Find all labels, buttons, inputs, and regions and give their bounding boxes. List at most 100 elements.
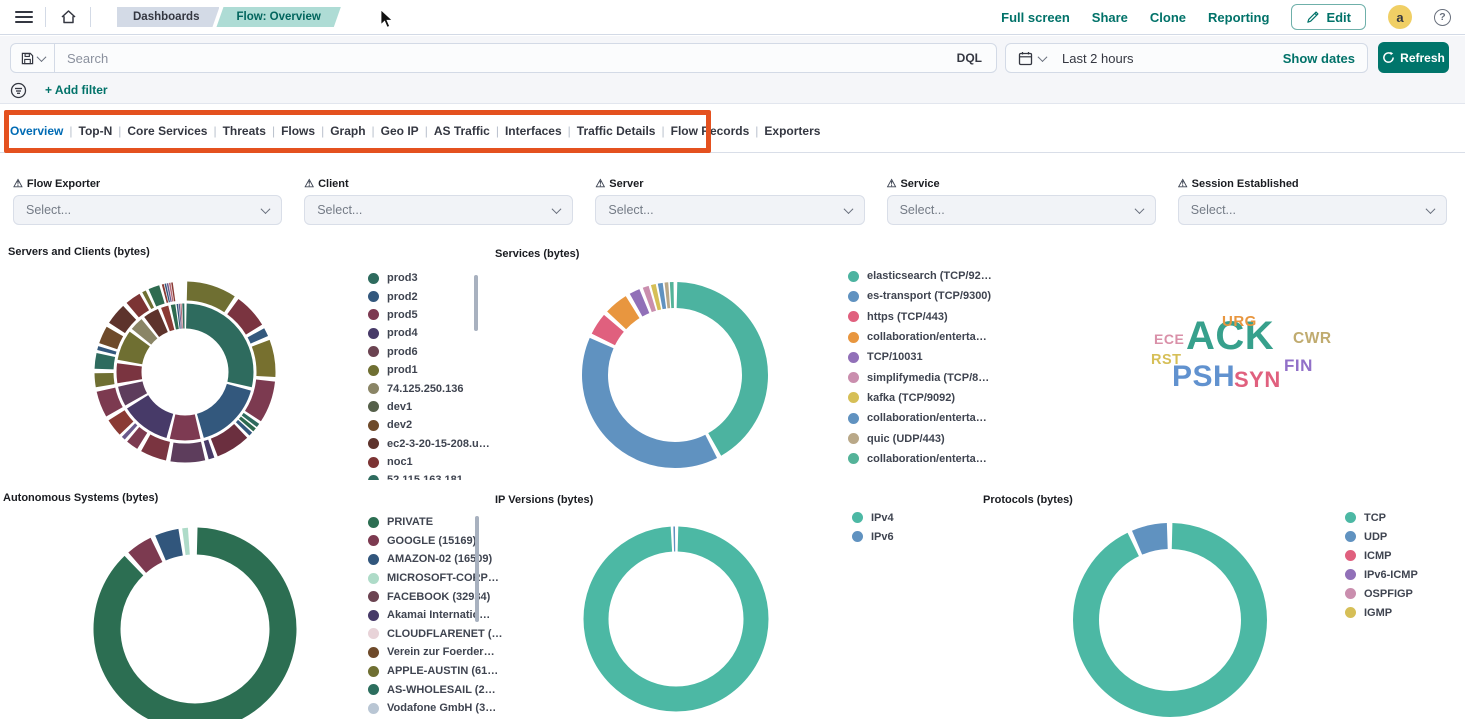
legend-item-ipv6-icmp[interactable]: IPv6-ICMP [1345,565,1418,584]
legend-item-elasticsearch-tcp-92[interactable]: elasticsearch (TCP/92… [848,266,992,286]
select-service[interactable]: Select... [887,195,1156,225]
legend-item-simplifymedia-tcp-8[interactable]: simplifymedia (TCP/8… [848,367,992,387]
show-dates-link[interactable]: Show dates [1283,51,1367,66]
tag-fin[interactable]: FIN [1284,357,1313,374]
legend-item-tcp-10031[interactable]: TCP/10031 [848,347,992,367]
legend-item-igmp[interactable]: IGMP [1345,603,1418,622]
legend-item-kafka-tcp-9092[interactable]: kafka (TCP/9092) [848,388,992,408]
select-server[interactable]: Select... [595,195,864,225]
legend-item-tcp[interactable]: TCP [1345,508,1418,527]
legend-item-ec2-3-20-15-208-u[interactable]: ec2-3-20-15-208.u… [368,435,490,453]
legend-item-ipv4[interactable]: IPv4 [852,508,894,527]
legend-item-dev2[interactable]: dev2 [368,416,490,434]
donut-slice[interactable] [107,541,283,717]
legend-color-dot [368,291,379,302]
tab-interfaces[interactable]: Interfaces [505,124,562,138]
calendar-button[interactable] [1006,51,1056,66]
legend-item-amazon-02-16509[interactable]: AMAZON-02 (16509) [368,550,503,569]
legend-item-prod1[interactable]: prod1 [368,361,490,379]
legend-item-74-125-250-136[interactable]: 74.125.250.136 [368,379,490,397]
tab-traffic-details[interactable]: Traffic Details [577,124,656,138]
legend-item-udp[interactable]: UDP [1345,527,1418,546]
avatar[interactable]: a [1388,5,1412,29]
legend-item-ipv6[interactable]: IPv6 [852,527,894,546]
legend-item-es-transport-tcp-9300[interactable]: es-transport (TCP/9300) [848,286,992,306]
services-legend: elasticsearch (TCP/92…es-transport (TCP/… [848,266,992,469]
select-flow-exporter[interactable]: Select... [13,195,282,225]
legend-scrollbar[interactable] [475,516,479,622]
tab-exporters[interactable]: Exporters [764,124,820,138]
legend-item-noc1[interactable]: noc1 [368,453,490,471]
reporting-link[interactable]: Reporting [1208,10,1269,25]
legend-item-as-wholesail-2[interactable]: AS-WHOLESAIL (2… [368,680,503,699]
legend-item-vodafone-gmbh-3[interactable]: Vodafone GmbH (3… [368,699,503,718]
legend-item-collaboration-enterta[interactable]: collaboration/enterta… [848,408,992,428]
legend-item-ospfigp[interactable]: OSPFIGP [1345,584,1418,603]
breadcrumb-flow-overview[interactable]: Flow: Overview [216,7,340,27]
tab-overview[interactable]: Overview [10,124,63,138]
select-session-established[interactable]: Select... [1178,195,1447,225]
legend-item-apple-austin-61[interactable]: APPLE-AUSTIN (61… [368,662,503,681]
donut-slice[interactable] [1086,536,1254,704]
tag-ece[interactable]: ECE [1154,332,1184,346]
query-language-button[interactable]: DQL [943,51,996,65]
tab-flows[interactable]: Flows [281,124,315,138]
tab-flow-records[interactable]: Flow Records [671,124,750,138]
legend-item-facebook-32934[interactable]: FACEBOOK (32934) [368,587,503,606]
legend-item-verein-zur-foerder[interactable]: Verein zur Foerder… [368,643,503,662]
donut-slice[interactable] [596,539,756,699]
tab-threats[interactable]: Threats [223,124,266,138]
tab-separator: | [568,124,571,138]
select-client[interactable]: Select... [304,195,573,225]
legend-item-icmp[interactable]: ICMP [1345,546,1418,565]
full-screen-link[interactable]: Full screen [1001,10,1070,25]
share-link[interactable]: Share [1092,10,1128,25]
refresh-button[interactable]: Refresh [1378,42,1449,73]
legend-item-prod5[interactable]: prod5 [368,306,490,324]
clone-link[interactable]: Clone [1150,10,1186,25]
legend-item-https-tcp-443[interactable]: https (TCP/443) [848,307,992,327]
servers-clients-sunburst[interactable] [90,277,280,472]
chevron-down-icon [261,204,271,214]
legend-item-prod4[interactable]: prod4 [368,324,490,342]
tag-urg[interactable]: URG [1222,314,1257,329]
filter-icon[interactable] [10,82,27,99]
edit-button[interactable]: Edit [1291,4,1366,30]
legend-item-quic-udp-443[interactable]: quic (UDP/443) [848,428,992,448]
tab-top-n[interactable]: Top-N [79,124,113,138]
legend-color-dot [1345,569,1356,580]
tab-geo-ip[interactable]: Geo IP [381,124,419,138]
legend-item-prod3[interactable]: prod3 [368,269,490,287]
legend-item-private[interactable]: PRIVATE [368,513,503,532]
legend-color-dot [368,420,379,431]
legend-item-collaboration-enterta[interactable]: collaboration/enterta… [848,449,992,469]
services-donut[interactable] [575,275,775,480]
menu-icon[interactable] [15,11,33,24]
tab-as-traffic[interactable]: AS Traffic [434,124,490,138]
legend-scrollbar[interactable] [474,275,478,331]
protocols-donut[interactable] [1070,520,1270,719]
legend-item-microsoft-corp[interactable]: MICROSOFT-CORP… [368,569,503,588]
tag-cwr[interactable]: CWR [1293,331,1332,347]
legend-item-dev1[interactable]: dev1 [368,398,490,416]
legend-item-google-15169[interactable]: GOOGLE (15169) [368,532,503,551]
search-input[interactable] [55,51,943,66]
tab-graph[interactable]: Graph [330,124,365,138]
autonomous-systems-donut[interactable] [89,523,301,719]
saved-query-button[interactable] [11,44,55,72]
help-icon[interactable]: ? [1434,9,1451,26]
legend-item-prod2[interactable]: prod2 [368,287,490,305]
legend-item-52-115-163-181[interactable]: 52.115.163.181 [368,471,490,480]
home-icon[interactable] [58,7,78,27]
legend-item-cloudflarenet[interactable]: CLOUDFLARENET (… [368,625,503,644]
legend-item-collaboration-enterta[interactable]: collaboration/enterta… [848,327,992,347]
tag-rst[interactable]: RST [1151,353,1182,368]
time-range-label[interactable]: Last 2 hours [1062,51,1134,66]
legend-item-prod6[interactable]: prod6 [368,343,490,361]
breadcrumb-dashboards[interactable]: Dashboards [117,7,219,27]
tab-core-services[interactable]: Core Services [127,124,207,138]
ip-versions-donut[interactable] [576,519,776,719]
legend-item-akamai-internatio[interactable]: Akamai Internatio… [368,606,503,625]
add-filter-link[interactable]: + Add filter [45,83,108,97]
tag-syn[interactable]: SYN [1234,369,1281,391]
